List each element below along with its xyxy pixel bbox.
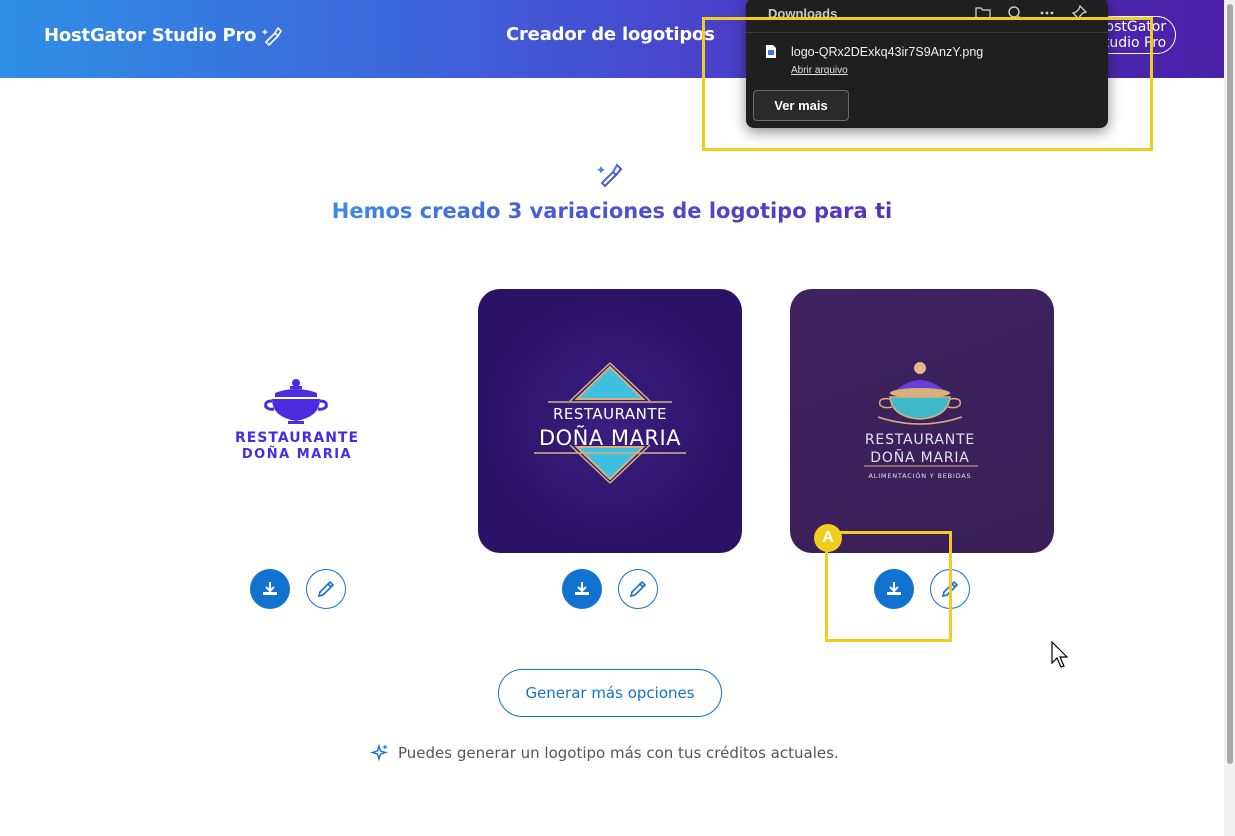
sparkles-icon <box>370 743 388 762</box>
logo-card-2[interactable]: RESTAURANTE DOÑA MARIA <box>478 289 742 553</box>
logo-3-line2: DOÑA MARIA <box>870 449 969 466</box>
download-icon <box>575 582 589 595</box>
pencil-icon <box>317 580 335 598</box>
logo-3-line1: RESTAURANTE <box>865 432 975 448</box>
logo-2-line2: DOÑA MARIA <box>539 424 681 450</box>
logo-preview-3: RESTAURANTE DOÑA MARIA ALIMENTACIÓN Y BE… <box>864 362 978 480</box>
brand-name: HostGator Studio Pro <box>44 24 257 46</box>
credits-note: Puedes generar un logotipo más con tus c… <box>370 743 839 763</box>
results-heading: Hemos creado 3 variaciones de logotipo p… <box>331 199 893 223</box>
page-scrollbar[interactable] <box>1224 0 1235 836</box>
magic-pen-icon <box>597 163 623 188</box>
pencil-icon <box>629 580 647 598</box>
generate-more-button[interactable]: Generar más opciones <box>498 669 722 717</box>
mouse-cursor-icon <box>1051 641 1069 668</box>
edit-button-1[interactable] <box>306 569 346 609</box>
annotation-badge: A <box>814 524 842 552</box>
scrollbar-thumb[interactable] <box>1227 4 1233 764</box>
logo-card-1[interactable]: RESTAURANTE DOÑA MARIA <box>166 289 430 553</box>
download-button-1[interactable] <box>250 569 290 609</box>
logo-2-actions <box>562 569 658 609</box>
brand[interactable]: HostGator Studio Pro <box>44 24 284 46</box>
magic-pen-icon <box>262 26 283 46</box>
logo-preview-2: RESTAURANTE DOÑA MARIA <box>534 362 686 484</box>
page-title: Creador de logotipos <box>506 24 715 45</box>
download-icon <box>263 582 277 595</box>
logo-3-tagline: ALIMENTACIÓN Y BEBIDAS <box>869 471 972 480</box>
download-button-2[interactable] <box>562 569 602 609</box>
pot-icon <box>264 379 328 424</box>
edit-button-2[interactable] <box>618 569 658 609</box>
highlight-box-download-button <box>825 531 952 642</box>
diamond-emblem <box>534 362 686 484</box>
credits-text: Puedes generar un logotipo más con tus c… <box>398 744 839 762</box>
logo-card-3[interactable]: RESTAURANTE DOÑA MARIA ALIMENTACIÓN Y BE… <box>790 289 1054 553</box>
logo-1-line2: DOÑA MARIA <box>242 446 352 462</box>
highlight-box-downloads <box>702 17 1153 151</box>
logo-1-line1: RESTAURANTE <box>235 430 359 446</box>
logo-2-line1: RESTAURANTE <box>553 405 667 423</box>
logo-preview-1: RESTAURANTE DOÑA MARIA <box>235 379 359 462</box>
logo-1-actions <box>250 569 346 609</box>
tureen-icon <box>877 362 963 425</box>
